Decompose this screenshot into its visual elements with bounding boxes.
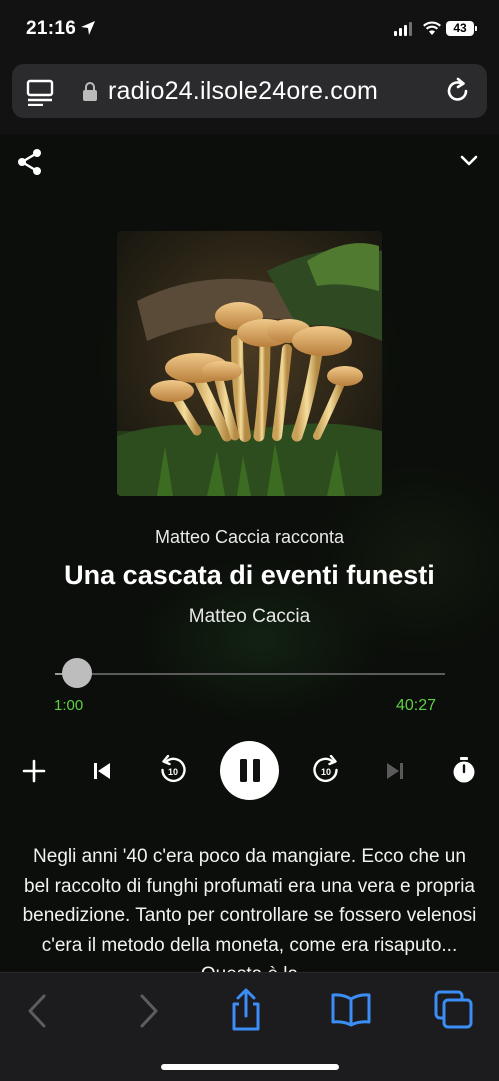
location-arrow-icon (81, 21, 95, 35)
episode-artwork (117, 231, 382, 496)
episode-title: Una cascata di eventi funesti (64, 560, 435, 590)
cellular-signal-icon (394, 22, 412, 36)
share-sheet-icon[interactable] (228, 988, 264, 1032)
forward-seconds: 10 (321, 767, 331, 777)
plus-icon[interactable] (22, 759, 46, 783)
share-icon[interactable] (16, 148, 44, 176)
progress-thumb[interactable] (62, 658, 92, 688)
status-time: 21:16 (26, 18, 77, 39)
episode-description: Negli anni '40 c'era poco da mangiare. E… (22, 846, 477, 972)
rewind-seconds: 10 (168, 767, 178, 777)
address-bar[interactable]: radio24.ilsole24ore.com (12, 64, 487, 118)
skip-next-icon[interactable] (385, 761, 405, 781)
author-name[interactable]: Matteo Caccia (0, 606, 499, 628)
url-text: radio24.ilsole24ore.com (108, 77, 379, 105)
pause-icon (240, 759, 260, 782)
sleep-timer-icon[interactable] (451, 756, 477, 784)
rewind-10-icon[interactable]: 10 (158, 755, 188, 785)
lock-icon (83, 82, 97, 101)
skip-previous-icon[interactable] (92, 761, 112, 781)
forward-icon[interactable] (134, 993, 162, 1029)
bookmarks-icon[interactable] (330, 991, 372, 1027)
battery-indicator: 43 (446, 21, 477, 36)
progress-track[interactable] (55, 673, 445, 675)
chevron-down-icon[interactable] (458, 152, 480, 168)
total-time: 40:27 (396, 697, 437, 714)
forward-10-icon[interactable]: 10 (311, 755, 341, 785)
status-bar: 21:16 43 (0, 0, 499, 58)
wifi-icon (423, 21, 441, 35)
back-icon[interactable] (24, 993, 52, 1029)
browser-bottom-bar (0, 972, 499, 1081)
home-indicator (161, 1064, 339, 1070)
browser-toolbar: radio24.ilsole24ore.com (0, 58, 499, 134)
pause-button[interactable] (220, 741, 279, 800)
page-menu-icon[interactable] (26, 78, 54, 106)
tabs-overview-icon[interactable] (434, 990, 474, 1030)
elapsed-time: 1:00 (54, 697, 84, 714)
podcast-name[interactable]: Matteo Caccia racconta (0, 527, 499, 548)
reload-icon[interactable] (444, 77, 472, 105)
